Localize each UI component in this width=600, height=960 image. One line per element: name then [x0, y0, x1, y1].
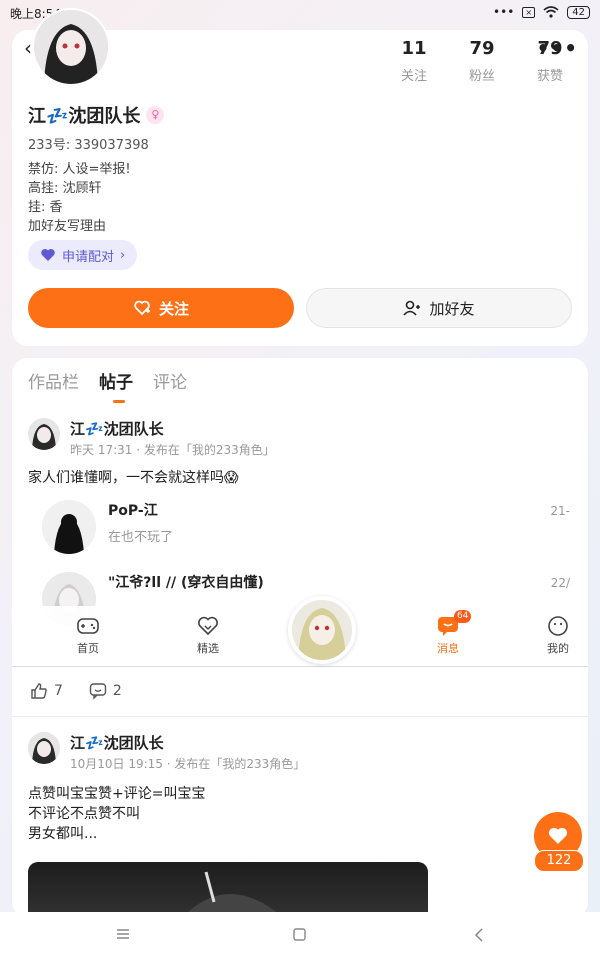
heart-outline-icon [198, 616, 218, 636]
thumbs-up-icon [31, 683, 47, 699]
comment-name: "江爷?ll // (穿衣自由懂) [108, 575, 264, 591]
comment-text: 在也不玩了 [108, 530, 174, 545]
chevron-right-icon: › [120, 247, 126, 263]
system-navigation-bar [0, 912, 600, 960]
comment-count: 2 [112, 683, 122, 699]
bio-line: 高挂: 沈顾轩 [28, 181, 102, 196]
stat-label: 关注 [400, 69, 427, 84]
apply-pair-button[interactable]: 申请配对 › [28, 240, 138, 270]
sim-icon: × [522, 6, 536, 18]
nav-home[interactable]: 首页 [48, 614, 128, 656]
add-friend-label: 加好友 [429, 299, 475, 318]
stat-number: 11 [401, 38, 427, 59]
nav-home-label: 首页 [77, 642, 99, 655]
profile-tabs: 作品栏 帖子 评论 [28, 368, 187, 403]
stat-label: 获赞 [536, 69, 563, 84]
post-text-line: 男女都叫... [28, 826, 98, 842]
add-friend-button[interactable]: 加好友 [306, 288, 572, 328]
float-like-count: 122 [534, 850, 584, 872]
messages-badge: 64 [454, 610, 472, 623]
heart-icon [548, 827, 568, 844]
post-text-line: 点赞叫宝宝赞+评论=叫宝宝 [28, 786, 206, 802]
tab-comments[interactable]: 评论 [153, 368, 187, 393]
post-item[interactable]: 江💤沈团队长 昨天 17:31 · 发布在「我的233角色」 家人们谁懂啊，一不… [28, 418, 568, 488]
profile-nickname-row: 江💤沈团队长 ♀ [28, 102, 165, 128]
bio-line: 挂: 香 [28, 200, 63, 215]
stat-fans[interactable]: 79 粉丝 [448, 38, 516, 84]
battery-icon: 42 [567, 5, 590, 19]
profile-avatar[interactable] [32, 8, 110, 86]
like-count: 7 [54, 683, 63, 699]
post-text-line: 不评论不点赞不叫 [28, 806, 140, 822]
status-icons: ••• × 42 [493, 5, 590, 19]
bio-line: 加好友写理由 [28, 219, 107, 234]
avatar-illustration [28, 732, 60, 764]
comment-avatar [42, 500, 96, 554]
female-gender-icon: ♀ [146, 106, 165, 124]
comment-name: PoP-江 [108, 503, 158, 519]
back-triangle-icon[interactable] [474, 928, 484, 942]
nav-featured[interactable]: 精选 [168, 614, 248, 656]
nav-mine[interactable]: 我的 [528, 614, 588, 656]
comment-button[interactable]: 2 [89, 682, 122, 700]
post-actions: 7 2 [30, 682, 122, 700]
stat-label: 粉丝 [468, 69, 495, 84]
profile-bio: 禁仿: 人设=举报! 高挂: 沈顾轩 挂: 香 加好友写理由 [28, 160, 131, 236]
more-dots-icon: ••• [493, 5, 515, 19]
like-button[interactable]: 7 [30, 682, 63, 700]
stat-following[interactable]: 11 关注 [380, 38, 448, 84]
apply-pair-label: 申请配对 [62, 249, 115, 265]
divider [12, 716, 588, 717]
comment-preview-item[interactable]: PoP-江 在也不玩了 21- [42, 500, 582, 554]
post-author-name[interactable]: 江💤沈团队长 [70, 732, 305, 753]
back-icon[interactable]: ‹ [24, 36, 32, 60]
post-text: 点赞叫宝宝赞+评论=叫宝宝 不评论不点赞不叫 男女都叫... [28, 784, 568, 844]
post-item[interactable]: 江💤沈团队长 10月10日 19:15 · 发布在「我的233角色」 点赞叫宝宝… [28, 732, 568, 844]
follow-label: 关注 [158, 299, 189, 318]
stat-number: 79 [469, 38, 495, 59]
menu-icon[interactable] [116, 928, 130, 940]
nav-messages-label: 消息 [437, 642, 459, 655]
profile-card: ‹ 11 关注 79 粉丝 79 获赞 ••• 江💤沈团队长 ♀ 233号: 3… [12, 8, 588, 346]
profile-nickname: 江💤沈团队长 [28, 106, 141, 127]
comment-date: 22/ [550, 576, 570, 590]
nav-center-avatar[interactable] [288, 596, 356, 664]
tab-works[interactable]: 作品栏 [28, 368, 79, 393]
comment-icon [89, 683, 107, 700]
bio-line: 禁仿: 人设=举报! [28, 162, 131, 177]
nav-messages[interactable]: 64 消息 [408, 610, 488, 656]
avatar-illustration [34, 10, 108, 84]
heart-pair-icon [41, 249, 55, 261]
post-author-avatar[interactable] [28, 418, 60, 450]
post-text: 家人们谁懂啊，一不会就这样吗😱 [28, 470, 239, 486]
profile-uid: 233号: 339037398 [28, 138, 149, 153]
post-author-avatar[interactable] [28, 732, 60, 764]
avatar-illustration [292, 600, 352, 660]
wifi-icon [543, 6, 559, 18]
post-meta: 10月10日 19:15 · 发布在「我的233角色」 [70, 757, 306, 771]
post-image[interactable] [28, 862, 428, 918]
post-meta: 昨天 17:31 · 发布在「我的233角色」 [70, 443, 275, 457]
follow-button[interactable]: 关注 [28, 288, 294, 328]
post-author-name[interactable]: 江💤沈团队长 [70, 418, 275, 439]
smile-icon [548, 616, 568, 636]
follow-heart-icon [134, 300, 150, 316]
tab-posts[interactable]: 帖子 [99, 368, 133, 403]
add-user-icon [403, 300, 421, 316]
gamepad-icon [77, 618, 99, 634]
nav-mine-label: 我的 [547, 642, 569, 655]
nav-featured-label: 精选 [197, 642, 219, 655]
home-square-icon[interactable] [293, 928, 306, 941]
post-photo-illustration [181, 871, 284, 918]
more-options-icon[interactable]: ••• [537, 36, 578, 60]
avatar-illustration [28, 418, 60, 450]
comment-date: 21- [550, 504, 570, 518]
